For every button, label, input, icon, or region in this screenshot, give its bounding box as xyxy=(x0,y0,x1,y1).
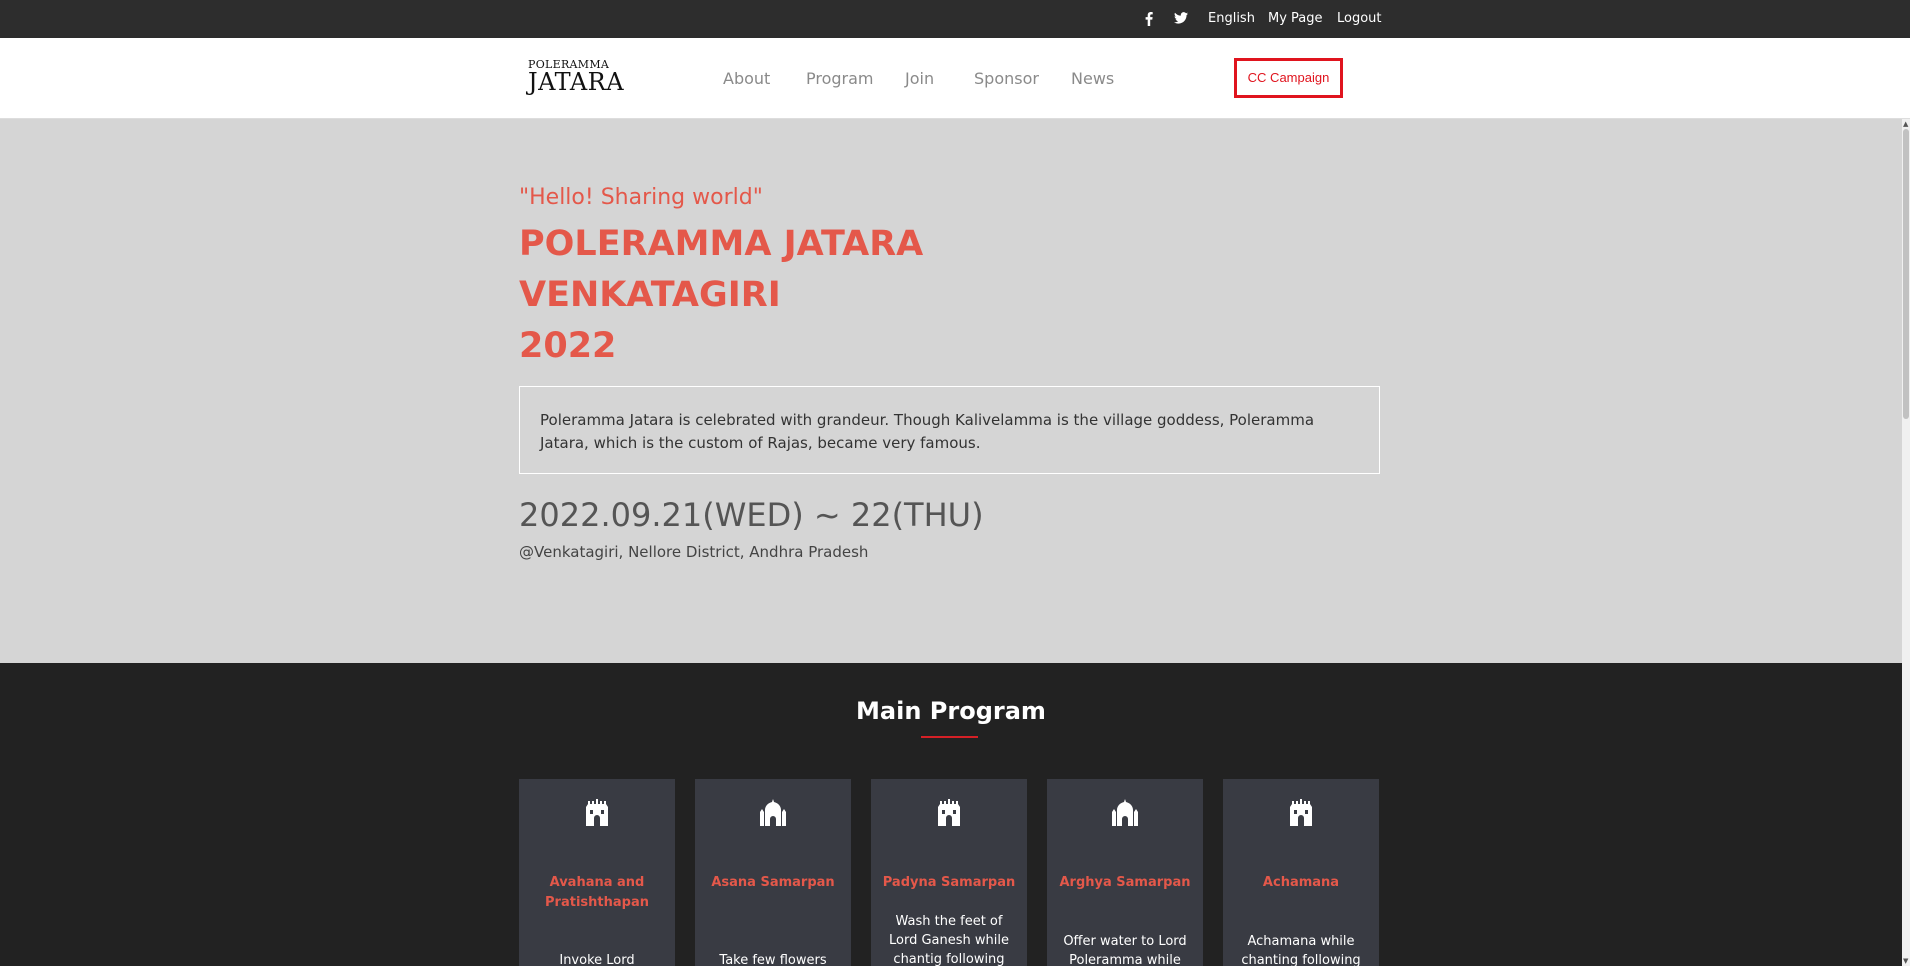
heading-underline xyxy=(921,736,978,738)
program-card-title: Asana Samarpan xyxy=(711,875,835,890)
program-card-text: Take few flowers xyxy=(719,953,827,966)
mosque-icon xyxy=(1112,799,1138,826)
temple-icon xyxy=(586,799,608,826)
temple-icon xyxy=(1290,799,1312,826)
hero-description: Poleramma Jatara is celebrated with gran… xyxy=(519,386,1380,474)
program-card[interactable]: Padyna Samarpan Wash the feet of Lord Ga… xyxy=(871,779,1027,966)
program-card[interactable]: Asana Samarpan Take few flowers xyxy=(695,779,851,966)
logo-big-text: JATARA xyxy=(528,68,625,96)
scroll-down-icon[interactable]: ▼ xyxy=(1903,957,1908,965)
mosque-icon xyxy=(760,799,786,826)
program-card-title: Achamana xyxy=(1262,875,1340,890)
main-program-heading: Main Program xyxy=(856,697,1046,725)
cc-campaign-button[interactable]: CC Campaign xyxy=(1234,58,1343,98)
nav-link-about[interactable]: About xyxy=(723,38,770,119)
program-card[interactable]: Arghya Samarpan Offer water to Lord Pole… xyxy=(1047,779,1203,966)
nav-link-sponsor[interactable]: Sponsor xyxy=(974,38,1039,119)
program-card[interactable]: Avahana and Pratishthapan Invoke Lord xyxy=(519,779,675,966)
scroll-up-icon[interactable]: ▲ xyxy=(1903,120,1908,128)
hero-title: POLERAMMA JATARA VENKATAGIRI 2022 xyxy=(519,219,923,372)
event-location: @Venkatagiri, Nellore District, Andhra P… xyxy=(519,543,869,561)
program-card-title: Padyna Samarpan xyxy=(882,875,1016,890)
nav-link-join[interactable]: Join xyxy=(905,38,934,119)
main-program-section: Main Program Avahana and Pratishthapan I… xyxy=(0,663,1902,966)
hero-title-line-1: POLERAMMA JATARA xyxy=(519,224,924,264)
program-card-text: Wash the feet of Lord Ganesh while chant… xyxy=(889,914,1009,966)
hero-title-line-2: VENKATAGIRI xyxy=(519,275,781,315)
main-nav: POLERAMMA JATARA About Program Join Spon… xyxy=(0,38,1910,119)
logout-link[interactable]: Logout xyxy=(1337,0,1382,38)
top-bar: English My Page Logout xyxy=(0,0,1910,38)
hero-section: "Hello! Sharing world" POLERAMMA JATARA … xyxy=(0,119,1902,663)
scrollbar-thumb[interactable] xyxy=(1903,129,1909,419)
program-card-text: Achamana while chanting following xyxy=(1241,934,1361,966)
program-card-text: Offer water to Lord Poleramma while xyxy=(1063,934,1187,966)
mypage-link[interactable]: My Page xyxy=(1268,0,1323,38)
program-card-text: Invoke Lord xyxy=(559,953,635,966)
page-scrollbar[interactable]: ▲ ▼ xyxy=(1902,119,1910,966)
hero-title-line-3: 2022 xyxy=(519,326,617,366)
temple-icon xyxy=(938,799,960,826)
site-logo[interactable]: POLERAMMA JATARA xyxy=(528,58,625,96)
program-card[interactable]: Achamana Achamana while chanting followi… xyxy=(1223,779,1379,966)
language-link[interactable]: English xyxy=(1208,0,1255,38)
nav-link-program[interactable]: Program xyxy=(806,38,874,119)
hero-tagline: "Hello! Sharing world" xyxy=(519,185,763,210)
nav-link-news[interactable]: News xyxy=(1071,38,1114,119)
program-card-title: Arghya Samarpan xyxy=(1059,875,1191,890)
event-date: 2022.09.21(WED) ~ 22(THU) xyxy=(519,496,984,534)
program-card-title: Avahana and Pratishthapan xyxy=(545,875,649,910)
